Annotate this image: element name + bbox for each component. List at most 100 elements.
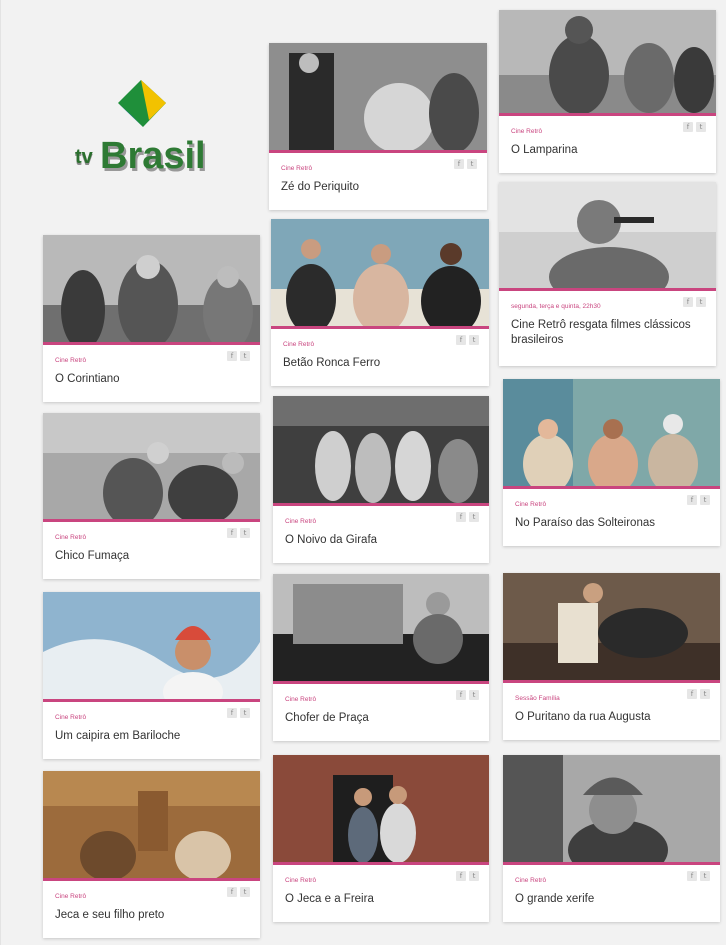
movie-thumbnail[interactable] bbox=[43, 235, 260, 345]
svg-text:tv: tv bbox=[75, 146, 94, 168]
facebook-icon[interactable]: f bbox=[227, 708, 237, 718]
card-category[interactable]: Cine Retrô bbox=[55, 534, 250, 541]
card-category[interactable]: Cine Retrô bbox=[515, 501, 710, 508]
movie-card[interactable]: Cine Retrô ft Um caipira em Bariloche bbox=[43, 592, 260, 759]
facebook-icon[interactable]: f bbox=[456, 871, 466, 881]
twitter-icon[interactable]: t bbox=[700, 689, 710, 699]
facebook-icon[interactable]: f bbox=[687, 495, 697, 505]
card-title[interactable]: O grande xerife bbox=[515, 892, 710, 907]
movie-card[interactable]: Cine Retrô ft No Paraíso das Solteironas bbox=[503, 379, 720, 546]
card-title[interactable]: Betão Ronca Ferro bbox=[283, 356, 479, 371]
movie-thumbnail[interactable] bbox=[273, 755, 489, 865]
share-buttons: ft bbox=[454, 159, 477, 169]
movie-thumbnail[interactable] bbox=[43, 413, 260, 522]
facebook-icon[interactable]: f bbox=[687, 689, 697, 699]
facebook-icon[interactable]: f bbox=[683, 122, 693, 132]
card-title[interactable]: Jeca e seu filho preto bbox=[55, 908, 250, 923]
twitter-icon[interactable]: t bbox=[469, 690, 479, 700]
card-category[interactable]: Cine Retrô bbox=[55, 714, 250, 721]
share-buttons: ft bbox=[227, 887, 250, 897]
card-title[interactable]: Cine Retrô resgata filmes clássicos bras… bbox=[511, 318, 706, 348]
share-buttons: ft bbox=[456, 512, 479, 522]
card-title[interactable]: O Lamparina bbox=[511, 143, 706, 158]
share-buttons: ft bbox=[456, 690, 479, 700]
twitter-icon[interactable]: t bbox=[700, 871, 710, 881]
twitter-icon[interactable]: t bbox=[469, 871, 479, 881]
share-buttons: ft bbox=[687, 689, 710, 699]
card-category[interactable]: Cine Retrô bbox=[283, 341, 479, 348]
share-buttons: ft bbox=[683, 297, 706, 307]
share-buttons: ft bbox=[683, 122, 706, 132]
facebook-icon[interactable]: f bbox=[456, 690, 466, 700]
movie-thumbnail[interactable] bbox=[503, 755, 720, 865]
card-category[interactable]: Cine Retrô bbox=[55, 357, 250, 364]
share-buttons: ft bbox=[227, 708, 250, 718]
facebook-icon[interactable]: f bbox=[683, 297, 693, 307]
card-category[interactable]: Sessão Família bbox=[515, 695, 710, 702]
movie-thumbnail[interactable] bbox=[43, 592, 260, 702]
movie-thumbnail[interactable] bbox=[269, 43, 487, 153]
twitter-icon[interactable]: t bbox=[467, 159, 477, 169]
movie-thumbnail[interactable] bbox=[273, 396, 489, 506]
card-category[interactable]: Cine Retrô bbox=[511, 128, 706, 135]
share-buttons: ft bbox=[456, 335, 479, 345]
card-category[interactable]: Cine Retrô bbox=[285, 518, 479, 525]
movie-thumbnail[interactable] bbox=[271, 219, 489, 329]
movie-card[interactable]: Cine Retrô ft Chico Fumaça bbox=[43, 413, 260, 579]
card-category[interactable]: segunda, terça e quinta, 22h30 bbox=[511, 303, 706, 310]
movie-card[interactable]: Cine Retrô ft Jeca e seu filho preto bbox=[43, 771, 260, 938]
movie-thumbnail[interactable] bbox=[503, 573, 720, 683]
card-category[interactable]: Cine Retrô bbox=[285, 696, 479, 703]
twitter-icon[interactable]: t bbox=[240, 887, 250, 897]
movie-card[interactable]: Cine Retrô ft Betão Ronca Ferro bbox=[271, 219, 489, 386]
facebook-icon[interactable]: f bbox=[456, 335, 466, 345]
movie-thumbnail[interactable] bbox=[503, 379, 720, 489]
movie-card[interactable]: Sessão Família ft O Puritano da rua Augu… bbox=[503, 573, 720, 740]
movie-thumbnail[interactable] bbox=[499, 10, 716, 116]
facebook-icon[interactable]: f bbox=[227, 351, 237, 361]
card-title[interactable]: Chofer de Praça bbox=[285, 711, 479, 726]
facebook-icon[interactable]: f bbox=[456, 512, 466, 522]
card-category[interactable]: Cine Retrô bbox=[281, 165, 477, 172]
tv-brasil-logo[interactable]: tv tv Brasil Brasil bbox=[71, 75, 221, 195]
share-buttons: ft bbox=[687, 871, 710, 881]
card-title[interactable]: Zé do Periquito bbox=[281, 180, 477, 195]
movie-card[interactable]: Cine Retrô ft Chofer de Praça bbox=[273, 574, 489, 741]
movie-thumbnail[interactable] bbox=[43, 771, 260, 881]
facebook-icon[interactable]: f bbox=[687, 871, 697, 881]
card-title[interactable]: O Jeca e a Freira bbox=[285, 892, 479, 907]
movie-card[interactable]: Cine Retrô ft Zé do Periquito bbox=[269, 43, 487, 210]
twitter-icon[interactable]: t bbox=[696, 297, 706, 307]
card-category[interactable]: Cine Retrô bbox=[285, 877, 479, 884]
movie-card[interactable]: Cine Retrô ft O Noivo da Girafa bbox=[273, 396, 489, 563]
share-buttons: ft bbox=[227, 528, 250, 538]
movie-card[interactable]: Cine Retrô ft O Lamparina bbox=[499, 10, 716, 173]
movie-card[interactable]: Cine Retrô ft O Corintiano bbox=[43, 235, 260, 402]
movie-card[interactable]: Cine Retrô ft O Jeca e a Freira bbox=[273, 755, 489, 922]
card-title[interactable]: O Noivo da Girafa bbox=[285, 533, 479, 548]
movie-card[interactable]: Cine Retrô ft O grande xerife bbox=[503, 755, 720, 922]
movie-card[interactable]: segunda, terça e quinta, 22h30 ft Cine R… bbox=[499, 182, 716, 366]
share-buttons: ft bbox=[687, 495, 710, 505]
movie-thumbnail[interactable] bbox=[273, 574, 489, 684]
card-category[interactable]: Cine Retrô bbox=[55, 893, 250, 900]
twitter-icon[interactable]: t bbox=[469, 335, 479, 345]
twitter-icon[interactable]: t bbox=[700, 495, 710, 505]
twitter-icon[interactable]: t bbox=[240, 351, 250, 361]
twitter-icon[interactable]: t bbox=[240, 708, 250, 718]
card-title[interactable]: O Corintiano bbox=[55, 372, 250, 387]
card-title[interactable]: O Puritano da rua Augusta bbox=[515, 710, 710, 725]
facebook-icon[interactable]: f bbox=[227, 887, 237, 897]
twitter-icon[interactable]: t bbox=[469, 512, 479, 522]
card-category[interactable]: Cine Retrô bbox=[515, 877, 710, 884]
twitter-icon[interactable]: t bbox=[696, 122, 706, 132]
facebook-icon[interactable]: f bbox=[454, 159, 464, 169]
facebook-icon[interactable]: f bbox=[227, 528, 237, 538]
movie-thumbnail[interactable] bbox=[499, 182, 716, 291]
card-title[interactable]: Um caipira em Bariloche bbox=[55, 729, 250, 744]
twitter-icon[interactable]: t bbox=[240, 528, 250, 538]
card-title[interactable]: No Paraíso das Solteironas bbox=[515, 516, 710, 531]
share-buttons: ft bbox=[227, 351, 250, 361]
share-buttons: ft bbox=[456, 871, 479, 881]
card-title[interactable]: Chico Fumaça bbox=[55, 549, 250, 564]
